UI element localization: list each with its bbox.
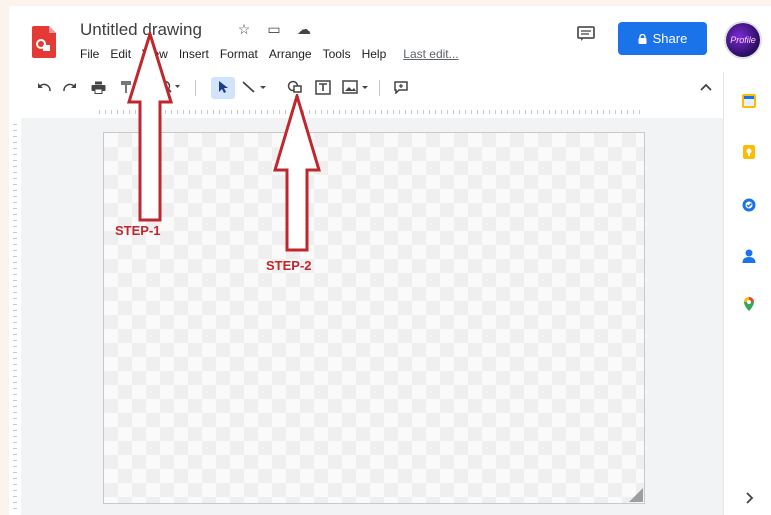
expand-side-panel-icon[interactable] (741, 490, 757, 506)
last-edit-link[interactable]: Last edit... (403, 47, 458, 61)
tasks-icon[interactable] (741, 197, 757, 213)
toolbar-separator (195, 80, 196, 96)
collapse-toolbar-icon[interactable] (697, 72, 715, 102)
share-button[interactable]: Share (618, 22, 707, 55)
google-drawings-logo-icon[interactable] (32, 26, 56, 58)
menu-format[interactable]: Format (220, 47, 258, 61)
undo-icon[interactable] (35, 72, 53, 102)
move-folder-icon[interactable]: ▭ (266, 21, 282, 38)
line-icon[interactable] (239, 72, 269, 102)
drawing-canvas[interactable] (103, 132, 645, 504)
redo-icon[interactable] (61, 72, 79, 102)
vertical-ruler (9, 124, 21, 514)
step1-arrow-icon (127, 32, 173, 222)
menu-arrange[interactable]: Arrange (269, 47, 312, 61)
step2-arrow-icon (273, 94, 321, 252)
star-icon[interactable]: ☆ (236, 21, 252, 38)
menu-help[interactable]: Help (362, 47, 387, 61)
cloud-status-icon[interactable]: ☁ (296, 21, 312, 38)
avatar[interactable]: Profile (726, 23, 760, 57)
lock-icon (638, 33, 647, 44)
step1-label: STEP-1 (115, 223, 161, 238)
app-window: Untitled drawing ☆ ▭ ☁ File Edit View In… (9, 6, 771, 515)
toolbar-separator (379, 80, 380, 96)
horizontal-ruler (99, 106, 645, 118)
keep-icon[interactable] (741, 144, 757, 160)
menu-tools[interactable]: Tools (323, 47, 351, 61)
calendar-icon[interactable] (741, 93, 757, 109)
print-icon[interactable] (89, 72, 107, 102)
canvas-resize-handle[interactable] (629, 488, 643, 502)
title-icons: ☆ ▭ ☁ (236, 21, 312, 38)
select-icon[interactable] (213, 72, 233, 102)
maps-icon[interactable] (741, 296, 757, 312)
toolbar (9, 72, 723, 102)
comment-history-icon[interactable] (577, 26, 595, 42)
contacts-icon[interactable] (741, 248, 757, 264)
share-label: Share (652, 31, 688, 46)
side-panel (723, 72, 771, 515)
add-comment-icon[interactable] (391, 72, 411, 102)
menu-insert[interactable]: Insert (179, 47, 209, 61)
step2-label: STEP-2 (266, 258, 312, 273)
image-icon[interactable] (341, 72, 371, 102)
menu-file[interactable]: File (80, 47, 99, 61)
